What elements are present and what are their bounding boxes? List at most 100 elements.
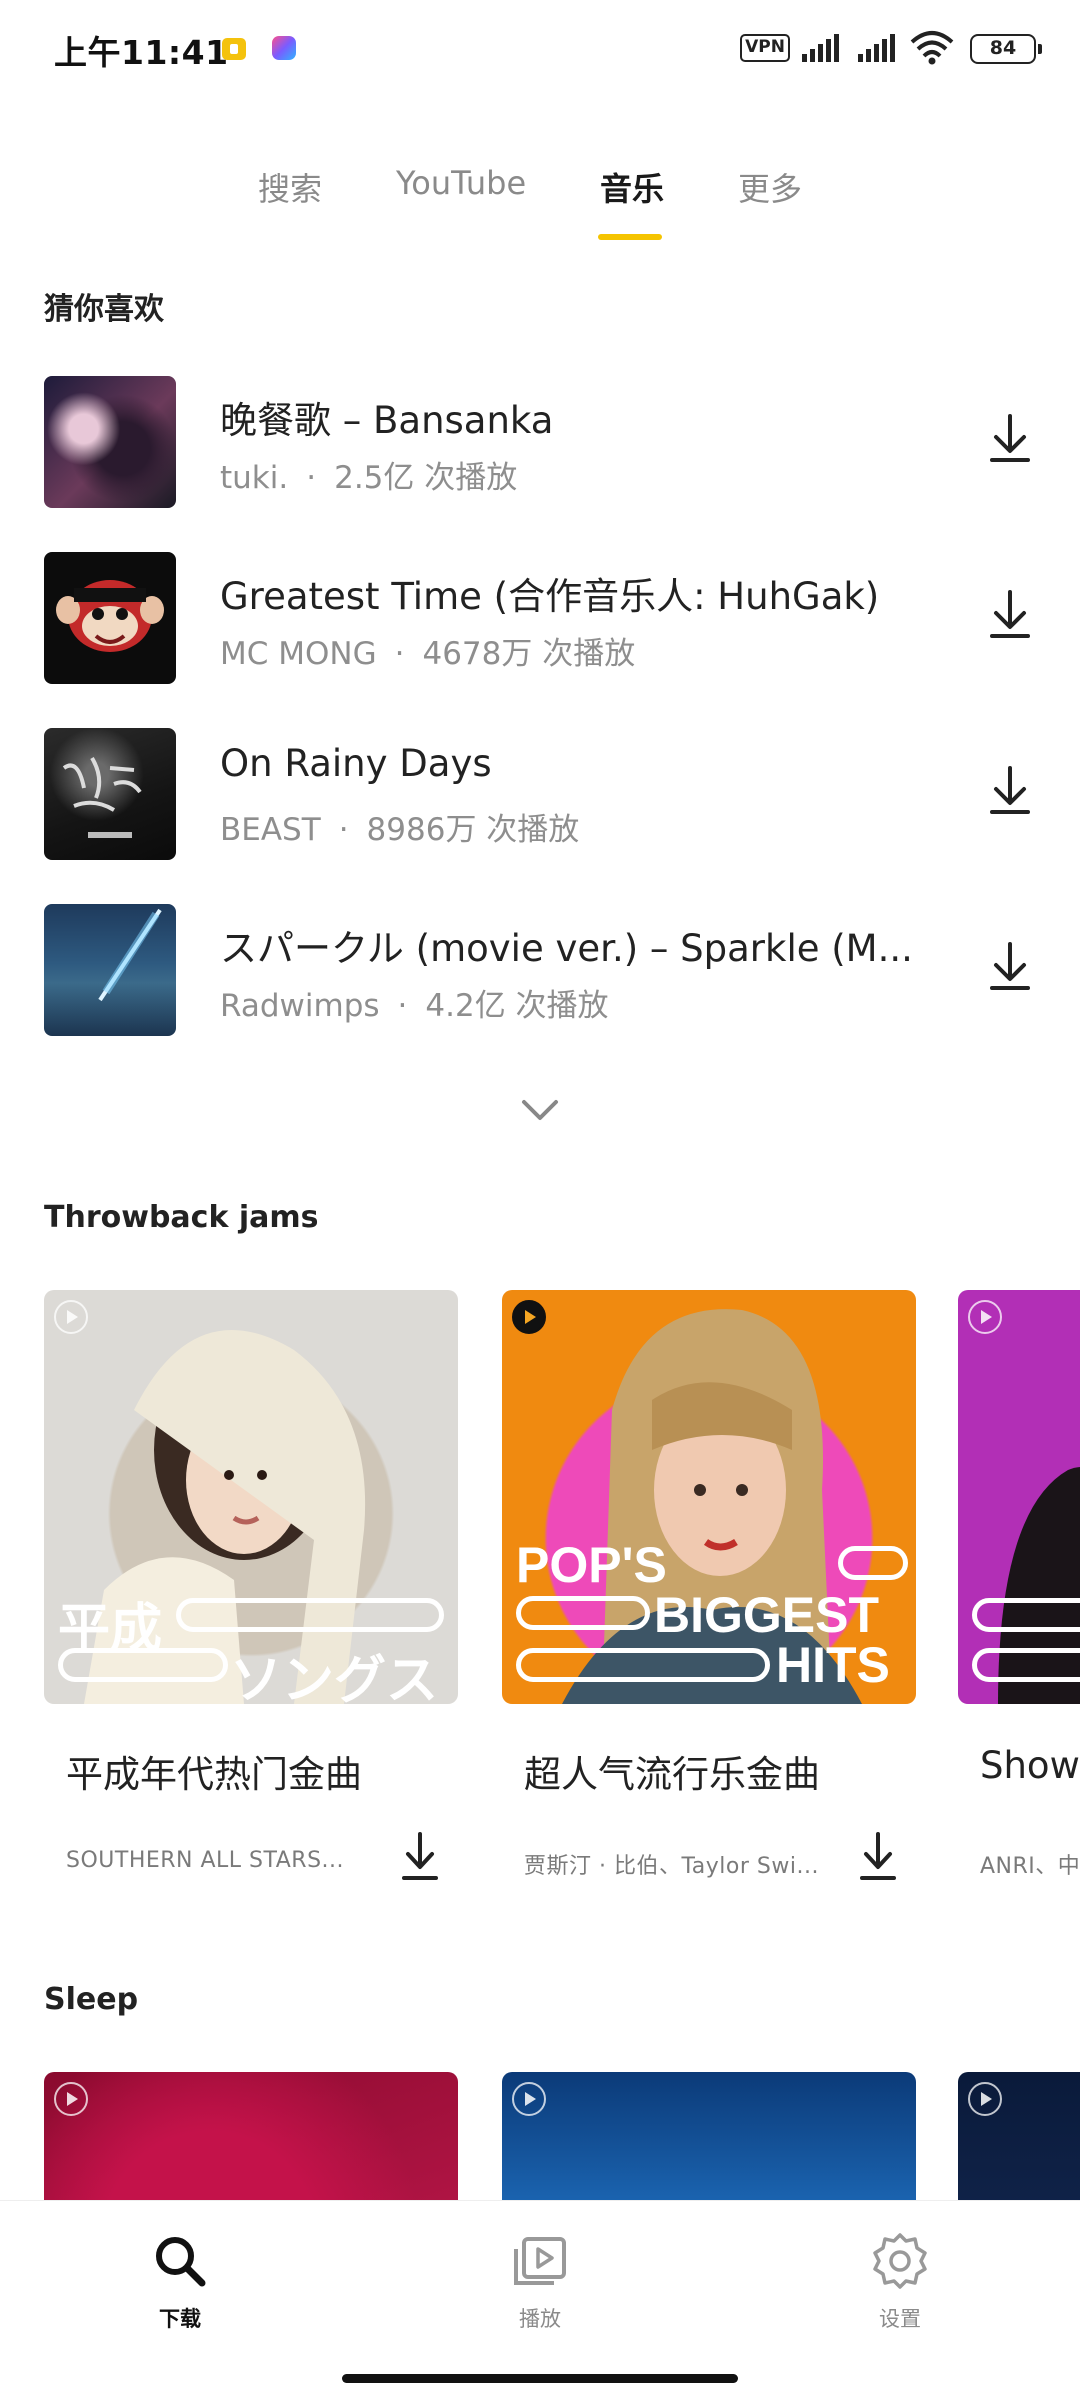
tab-search[interactable]: 搜索 bbox=[258, 164, 322, 210]
song-meta: tuki. · 2.5亿 次播放 bbox=[220, 452, 517, 497]
section-title-throwback: Throwback jams bbox=[44, 1200, 319, 1235]
song-title: Greatest Time (合作音乐人: HuhGak) bbox=[220, 575, 880, 618]
tab-youtube[interactable]: YouTube bbox=[396, 164, 526, 202]
song-row[interactable]: スパークル (movie ver.) – Sparkle (M... Radwi… bbox=[0, 890, 1080, 1050]
playlist-card[interactable] bbox=[44, 2072, 458, 2200]
nav-label: 设置 bbox=[879, 2307, 921, 2331]
playlist-card[interactable] bbox=[502, 2072, 916, 2200]
download-icon[interactable] bbox=[978, 758, 1042, 822]
playlist-cover bbox=[958, 2072, 1080, 2200]
nav-download[interactable]: 下载 bbox=[100, 2231, 260, 2351]
play-badge-icon bbox=[968, 2082, 1002, 2116]
cover-portrait bbox=[998, 1467, 1080, 1704]
song-row[interactable]: 晚餐歌 – Bansanka tuki. · 2.5亿 次播放 bbox=[0, 362, 1080, 522]
playlist-title: 超人气流行乐金曲 bbox=[524, 1753, 820, 1796]
active-tab-indicator bbox=[598, 234, 662, 240]
cover-pill-shape bbox=[516, 1596, 650, 1630]
chevron-down-icon[interactable] bbox=[516, 1092, 564, 1128]
playlist-subtitle: ANRI、中森 bbox=[980, 1854, 1080, 1879]
battery-icon: 84 bbox=[970, 34, 1042, 64]
top-tab-bar: 搜索 YouTube 音乐 更多 bbox=[0, 150, 1080, 240]
notification-app-icon bbox=[222, 38, 246, 60]
status-time: 上午11:41 bbox=[54, 33, 229, 72]
cover-pill-shape bbox=[972, 1648, 1080, 1682]
song-meta: BEAST · 8986万 次播放 bbox=[220, 804, 579, 849]
cover-text: POP'S bbox=[516, 1537, 667, 1593]
song-plays: 8986万 次播放 bbox=[366, 812, 580, 848]
play-badge-icon bbox=[54, 2082, 88, 2116]
download-icon[interactable] bbox=[978, 406, 1042, 470]
song-plays: 4.2亿 次播放 bbox=[425, 988, 609, 1024]
nav-label: 播放 bbox=[519, 2307, 561, 2331]
song-row[interactable]: Greatest Time (合作音乐人: HuhGak) MC MONG · 46… bbox=[0, 538, 1080, 698]
separator: · bbox=[338, 812, 349, 848]
play-badge-icon bbox=[968, 1300, 1002, 1334]
playlist-title: 平成年代热门金曲 bbox=[66, 1753, 362, 1796]
nav-settings[interactable]: 设置 bbox=[820, 2231, 980, 2351]
home-indicator[interactable] bbox=[342, 2374, 738, 2383]
playlist-card[interactable]: Show ANRI、中森 bbox=[958, 1290, 1080, 1910]
play-badge-icon bbox=[54, 1300, 88, 1334]
wifi-icon bbox=[910, 31, 954, 65]
song-plays: 4678万 次播放 bbox=[422, 636, 636, 672]
bottom-navigation: 下载 播放 设置 bbox=[0, 2200, 1080, 2400]
section-title-recommend: 猜你喜欢 bbox=[44, 292, 164, 327]
cover-text: HITS bbox=[776, 1637, 890, 1693]
download-icon[interactable] bbox=[852, 1826, 904, 1886]
song-meta: Radwimps · 4.2亿 次播放 bbox=[220, 980, 609, 1025]
nav-label: 下载 bbox=[159, 2307, 201, 2331]
section-title-sleep: Sleep bbox=[44, 1982, 139, 2017]
song-plays: 2.5亿 次播放 bbox=[334, 460, 518, 496]
song-artist: Radwimps bbox=[220, 988, 380, 1024]
cover-pill-shape bbox=[838, 1546, 908, 1580]
cover-pill-shape bbox=[176, 1598, 444, 1632]
play-badge-icon bbox=[512, 2082, 546, 2116]
cover-pill-shape bbox=[972, 1598, 1080, 1632]
play-badge-icon bbox=[512, 1300, 546, 1334]
song-title: On Rainy Days bbox=[220, 742, 492, 785]
notification-gallery-icon bbox=[272, 36, 296, 60]
playlist-cover: POP'S BIGGEST HITS bbox=[502, 1290, 916, 1704]
song-title: 晚餐歌 – Bansanka bbox=[220, 399, 554, 442]
playlist-card[interactable] bbox=[958, 2072, 1080, 2200]
status-bar: 上午11:41 VPN 84 bbox=[0, 0, 1080, 96]
play-library-icon bbox=[514, 2237, 566, 2285]
song-cover bbox=[44, 904, 176, 1036]
playlist-title: Show bbox=[980, 1744, 1080, 1787]
nav-play[interactable]: 播放 bbox=[460, 2231, 620, 2351]
cover-text: ソングス bbox=[230, 1652, 439, 1704]
playlist-subtitle: SOUTHERN ALL STARS... bbox=[66, 1848, 345, 1873]
playlist-subtitle: 贾斯汀 · 比伯、Taylor Swi... bbox=[524, 1854, 819, 1879]
gear-icon bbox=[873, 2233, 927, 2289]
cover-pill-shape bbox=[58, 1648, 228, 1682]
song-artist: MC MONG bbox=[220, 636, 377, 672]
playlist-cover: 平成 ソングス bbox=[44, 1290, 458, 1704]
song-cover bbox=[44, 552, 176, 684]
download-icon[interactable] bbox=[978, 582, 1042, 646]
song-meta: MC MONG · 4678万 次播放 bbox=[220, 628, 635, 673]
separator: · bbox=[397, 988, 408, 1024]
separator: · bbox=[306, 460, 317, 496]
signal-icon-2 bbox=[858, 34, 895, 62]
download-icon[interactable] bbox=[978, 934, 1042, 998]
tab-music[interactable]: 音乐 bbox=[600, 164, 664, 210]
search-icon bbox=[156, 2237, 206, 2287]
signal-icon bbox=[802, 34, 839, 62]
song-title: スパークル (movie ver.) – Sparkle (M... bbox=[220, 927, 913, 970]
song-cover-art bbox=[56, 580, 164, 652]
song-cover bbox=[44, 376, 176, 508]
playlist-cover bbox=[502, 2072, 916, 2200]
separator: · bbox=[394, 636, 405, 672]
song-cover-art bbox=[62, 756, 142, 838]
song-row[interactable]: On Rainy Days BEAST · 8986万 次播放 bbox=[0, 714, 1080, 874]
cover-pill-shape bbox=[516, 1648, 770, 1682]
download-icon[interactable] bbox=[394, 1826, 446, 1886]
vpn-icon: VPN bbox=[740, 34, 790, 62]
song-cover bbox=[44, 728, 176, 860]
playlist-cover bbox=[958, 1290, 1080, 1704]
song-cover-art bbox=[98, 908, 162, 1002]
playlist-cover bbox=[44, 2072, 458, 2200]
song-artist: tuki. bbox=[220, 460, 289, 496]
song-artist: BEAST bbox=[220, 812, 321, 848]
tab-more[interactable]: 更多 bbox=[738, 164, 802, 210]
